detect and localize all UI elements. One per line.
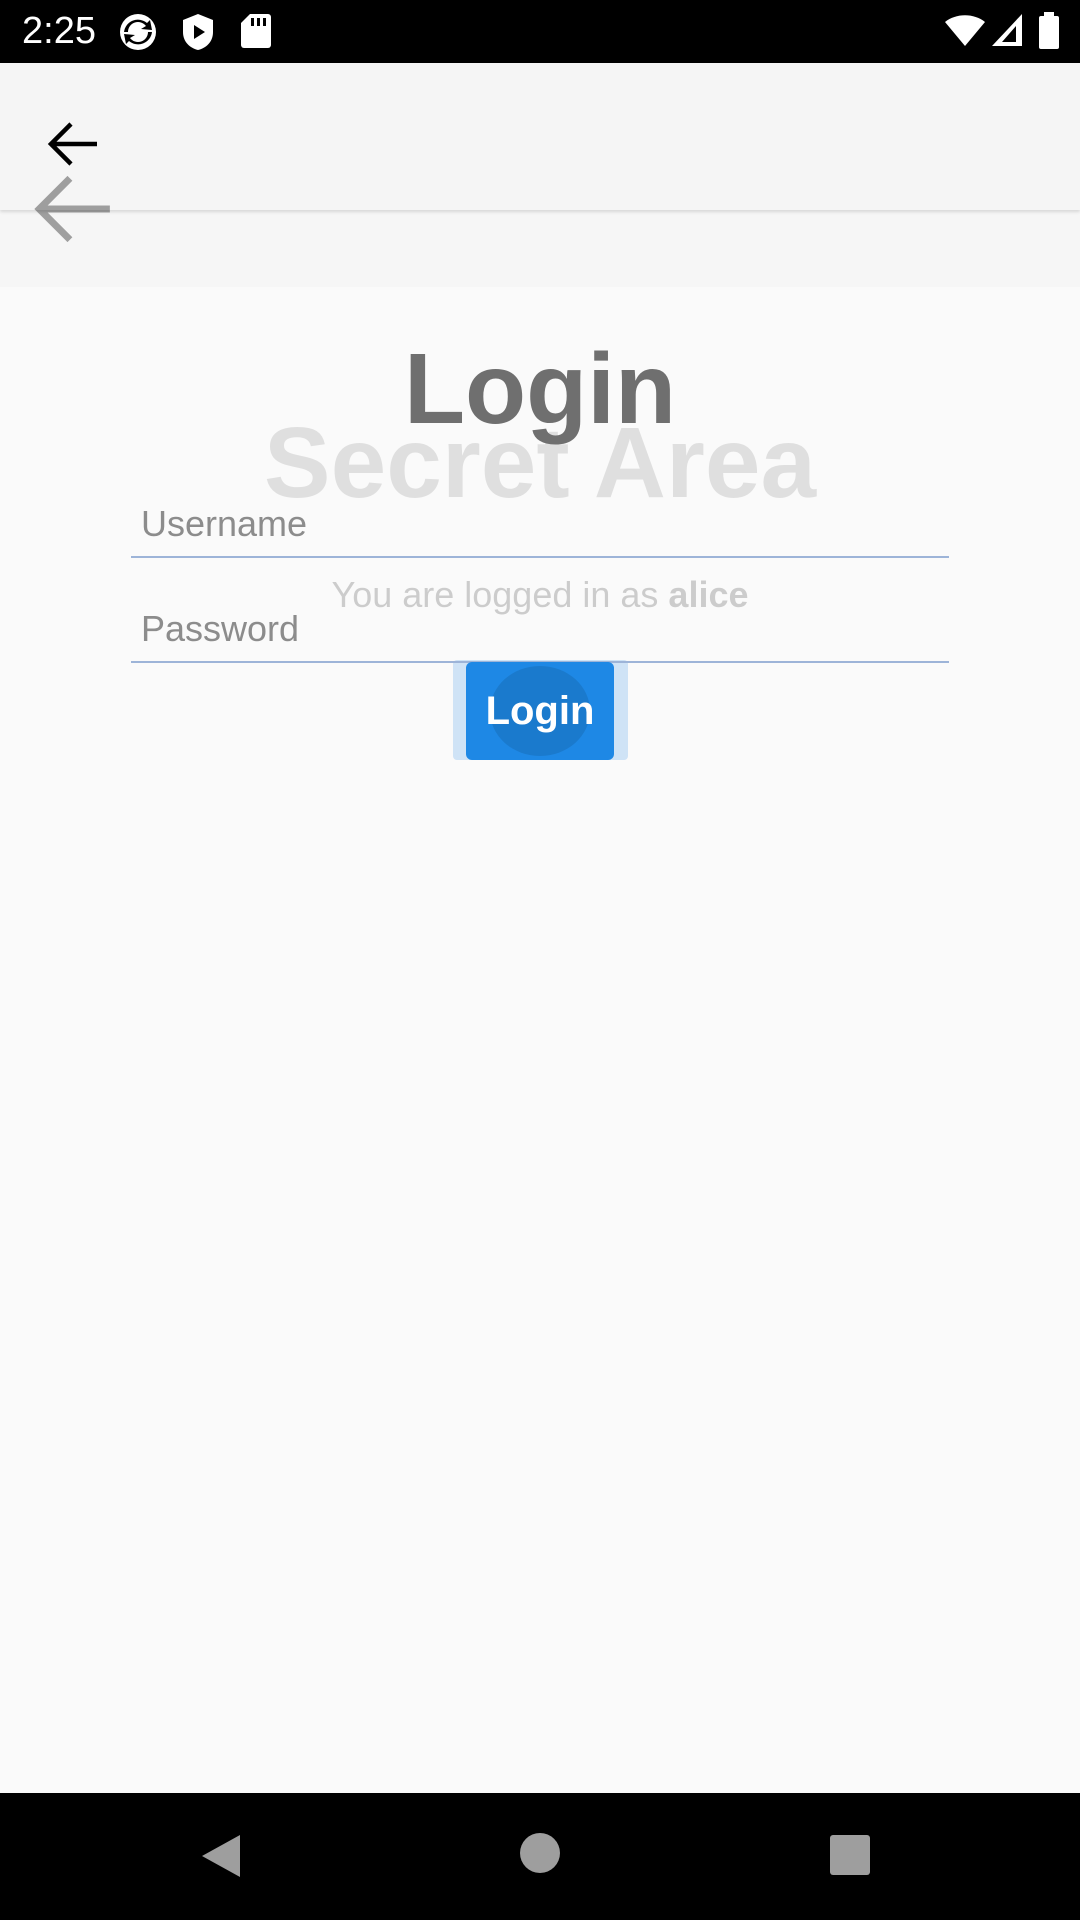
status-time: 2:25 bbox=[22, 10, 96, 52]
transitioning-page: Secret Area You are logged in as alice L… bbox=[0, 0, 1080, 1920]
page-title: Login bbox=[403, 333, 677, 445]
sd-card-icon bbox=[241, 14, 271, 48]
status-bar: 2:25 bbox=[0, 0, 1080, 63]
sync-icon bbox=[120, 14, 156, 50]
battery-icon bbox=[1039, 12, 1059, 49]
arrow-back-icon bbox=[47, 122, 97, 166]
navigation-bar bbox=[0, 1793, 1080, 1920]
nav-recents-icon[interactable] bbox=[830, 1835, 870, 1875]
content-top-band bbox=[0, 210, 1080, 287]
login-button[interactable]: Login bbox=[466, 662, 614, 760]
password-field-container bbox=[131, 599, 949, 663]
password-field[interactable] bbox=[141, 599, 931, 659]
username-field-container bbox=[131, 494, 949, 558]
app-bar bbox=[0, 63, 1080, 210]
wifi-icon bbox=[945, 15, 985, 46]
login-button-label: Login bbox=[485, 688, 595, 733]
signal-icon bbox=[992, 14, 1022, 46]
screen: 2:25 Login Username Login Secret Area Yo… bbox=[0, 0, 1080, 1920]
play-shield-icon bbox=[183, 14, 213, 50]
nav-back-icon[interactable] bbox=[200, 1833, 242, 1879]
nav-home-icon[interactable] bbox=[520, 1833, 560, 1873]
back-button[interactable] bbox=[30, 101, 116, 187]
username-field[interactable] bbox=[141, 494, 931, 554]
